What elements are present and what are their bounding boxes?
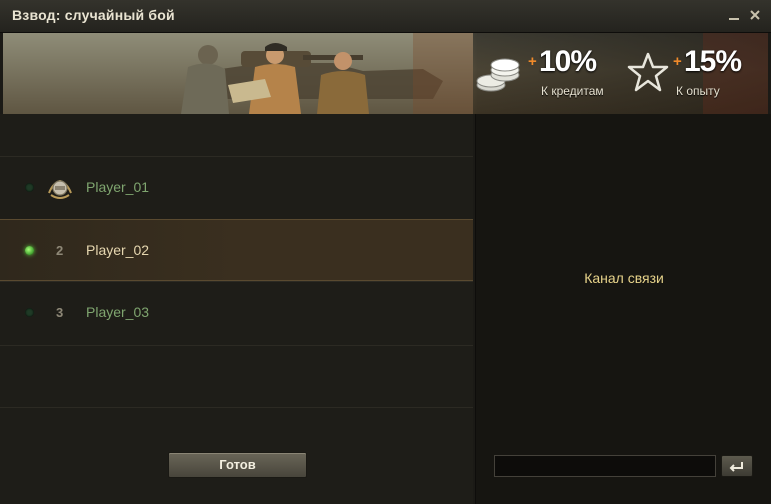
credits-bonus-label: К кредитам	[541, 84, 604, 98]
roster-slot-1[interactable]: Player_01	[0, 157, 473, 219]
enter-icon	[729, 462, 743, 472]
chat-panel: Канал связи	[475, 114, 771, 504]
xp-bonus-label: К опыту	[676, 84, 720, 98]
coins-icon	[476, 58, 520, 92]
chat-send-button[interactable]	[721, 455, 753, 477]
xp-bonus-percent: 15%	[684, 45, 742, 78]
platoon-roster: Player_01 2 Player_02 3 Player_03	[0, 114, 473, 504]
slot-number: 2	[56, 243, 64, 258]
commander-icon	[48, 179, 72, 199]
roster-divider	[0, 345, 473, 346]
roster-divider	[0, 407, 473, 408]
chat-input[interactable]	[494, 455, 716, 477]
player-name: Player_01	[86, 179, 150, 195]
chat-channel-title: Канал связи	[584, 270, 664, 286]
player-name: Player_03	[86, 304, 150, 320]
not-ready-indicator	[25, 183, 34, 192]
credits-bonus-percent: 10%	[539, 45, 597, 78]
minimize-icon	[729, 18, 739, 20]
xp-bonus-plus: +	[673, 53, 682, 70]
credits-bonus-plus: +	[528, 53, 537, 70]
xp-bonus: + 15% К опыту	[623, 33, 763, 114]
roster-slot-3[interactable]: 3 Player_03	[0, 282, 473, 344]
platoon-window: Взвод: случайный бой + 10% К кредитам + …	[0, 0, 771, 504]
slot-number: 3	[56, 305, 64, 320]
close-icon	[750, 10, 760, 20]
ready-indicator	[25, 246, 34, 255]
not-ready-indicator	[25, 308, 34, 317]
window-title: Взвод: случайный бой	[12, 7, 175, 23]
roster-slot-2[interactable]: 2 Player_02	[0, 219, 473, 281]
credits-bonus: + 10% К кредитам	[471, 33, 621, 114]
title-bar[interactable]: Взвод: случайный бой	[0, 0, 771, 33]
minimize-button[interactable]	[726, 7, 742, 23]
ready-button[interactable]: Готов	[168, 452, 307, 478]
close-button[interactable]	[747, 7, 763, 23]
player-name: Player_02	[86, 242, 150, 258]
platoon-banner: + 10% К кредитам + 15% К опыту	[3, 33, 768, 114]
star-icon	[627, 52, 669, 92]
